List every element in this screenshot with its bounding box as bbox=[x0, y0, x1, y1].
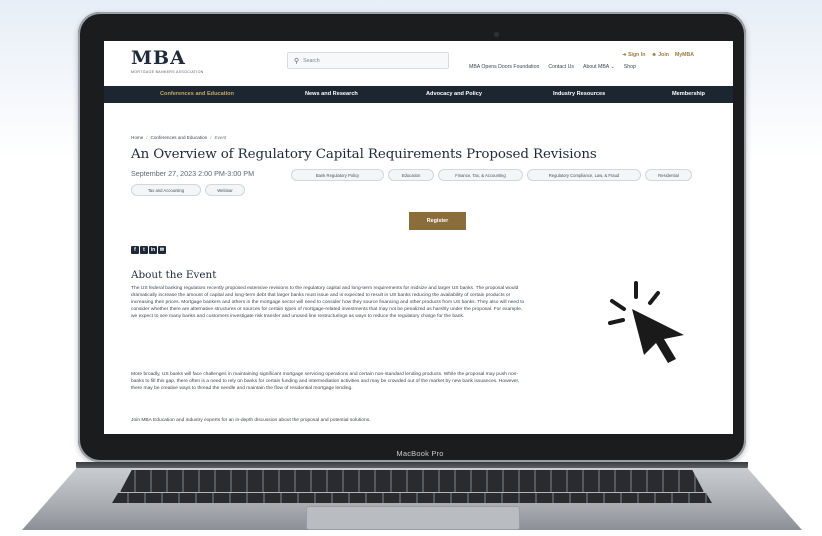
share-icons: f t in ✉ bbox=[131, 246, 166, 254]
tag-webinar[interactable]: Webinar bbox=[205, 184, 245, 196]
laptop-brand-label: MacBook Pro bbox=[396, 449, 444, 458]
foundation-link[interactable]: MBA Opens Doors Foundation bbox=[469, 64, 539, 70]
utility-top: ➜ Sign In ☻ Join MyMBA bbox=[622, 52, 694, 58]
utility-links: MBA Opens Doors Foundation Contact Us Ab… bbox=[469, 64, 636, 70]
about-heading: About the Event bbox=[131, 269, 217, 281]
nav-item-advocacy[interactable]: Advocacy and Policy bbox=[426, 91, 482, 97]
register-button[interactable]: Register bbox=[409, 212, 466, 230]
mymba-link[interactable]: MyMBA bbox=[675, 52, 694, 58]
about-mba-link[interactable]: About MBA ⌄ bbox=[583, 64, 615, 70]
join-link[interactable]: ☻ Join bbox=[651, 52, 669, 58]
mba-logo[interactable]: MBA MORTGAGE BANKERS ASSOCIATION bbox=[131, 47, 211, 75]
site-header: MBA MORTGAGE BANKERS ASSOCIATION ⚲ Searc… bbox=[104, 41, 733, 83]
about-paragraph-2: More broadly, US banks will face challen… bbox=[131, 372, 520, 391]
page-title: An Overview of Regulatory Capital Requir… bbox=[131, 147, 597, 162]
breadcrumb-conferences[interactable]: Conferences and Education bbox=[151, 135, 208, 140]
keyboard-keys-row bbox=[112, 493, 712, 503]
tag-finance[interactable]: Finance, Tax, & Accounting bbox=[438, 169, 523, 181]
keyboard-keys bbox=[120, 470, 704, 492]
tag-regulatory-compliance[interactable]: Regulatory Compliance, Law, & Fraud bbox=[527, 169, 641, 181]
about-paragraph-3: Join MBA Education and industry experts … bbox=[131, 418, 371, 423]
search-icon: ⚲ bbox=[294, 57, 300, 65]
nav-item-industry[interactable]: Industry Resources bbox=[553, 91, 605, 97]
about-paragraph-1: The US federal banking regulators recent… bbox=[131, 286, 525, 319]
breadcrumb-separator: / bbox=[146, 135, 148, 140]
twitter-icon[interactable]: t bbox=[140, 246, 148, 254]
nav-item-news[interactable]: News and Research bbox=[305, 91, 358, 97]
shop-link[interactable]: Shop bbox=[624, 64, 636, 70]
tag-bank-regulatory[interactable]: Bank Regulatory Policy bbox=[291, 169, 384, 181]
facebook-icon[interactable]: f bbox=[131, 246, 139, 254]
linkedin-icon[interactable]: in bbox=[149, 246, 157, 254]
screen: MBA MORTGAGE BANKERS ASSOCIATION ⚲ Searc… bbox=[104, 41, 733, 434]
breadcrumb-current: Event bbox=[214, 135, 227, 140]
camera-icon bbox=[494, 32, 499, 37]
breadcrumb-separator: / bbox=[210, 135, 212, 140]
logo-mark: MBA bbox=[131, 47, 186, 69]
tag-education[interactable]: Education bbox=[388, 169, 434, 181]
main-nav: Conferences and Education News and Resea… bbox=[104, 86, 733, 103]
event-datetime: September 27, 2023 2:00 PM-3:00 PM bbox=[131, 169, 255, 178]
tag-tax-accounting[interactable]: Tax and Accounting bbox=[131, 184, 201, 196]
nav-item-membership[interactable]: Membership bbox=[672, 91, 705, 97]
search-input[interactable]: ⚲ Search bbox=[287, 52, 449, 69]
breadcrumb-home[interactable]: Home bbox=[131, 135, 143, 140]
trackpad bbox=[306, 506, 520, 530]
contact-link[interactable]: Contact Us bbox=[548, 64, 574, 70]
click-cursor-icon bbox=[606, 279, 696, 369]
logo-subtitle: MORTGAGE BANKERS ASSOCIATION bbox=[131, 70, 204, 74]
breadcrumb: Home / Conferences and Education / Event bbox=[131, 135, 226, 140]
sign-in-link[interactable]: ➜ Sign In bbox=[622, 52, 645, 58]
nav-item-conferences[interactable]: Conferences and Education bbox=[160, 91, 234, 97]
search-placeholder: Search bbox=[303, 57, 320, 64]
chevron-down-icon: ⌄ bbox=[610, 64, 615, 70]
tag-residential[interactable]: Residential bbox=[645, 169, 692, 181]
email-icon[interactable]: ✉ bbox=[158, 246, 166, 254]
